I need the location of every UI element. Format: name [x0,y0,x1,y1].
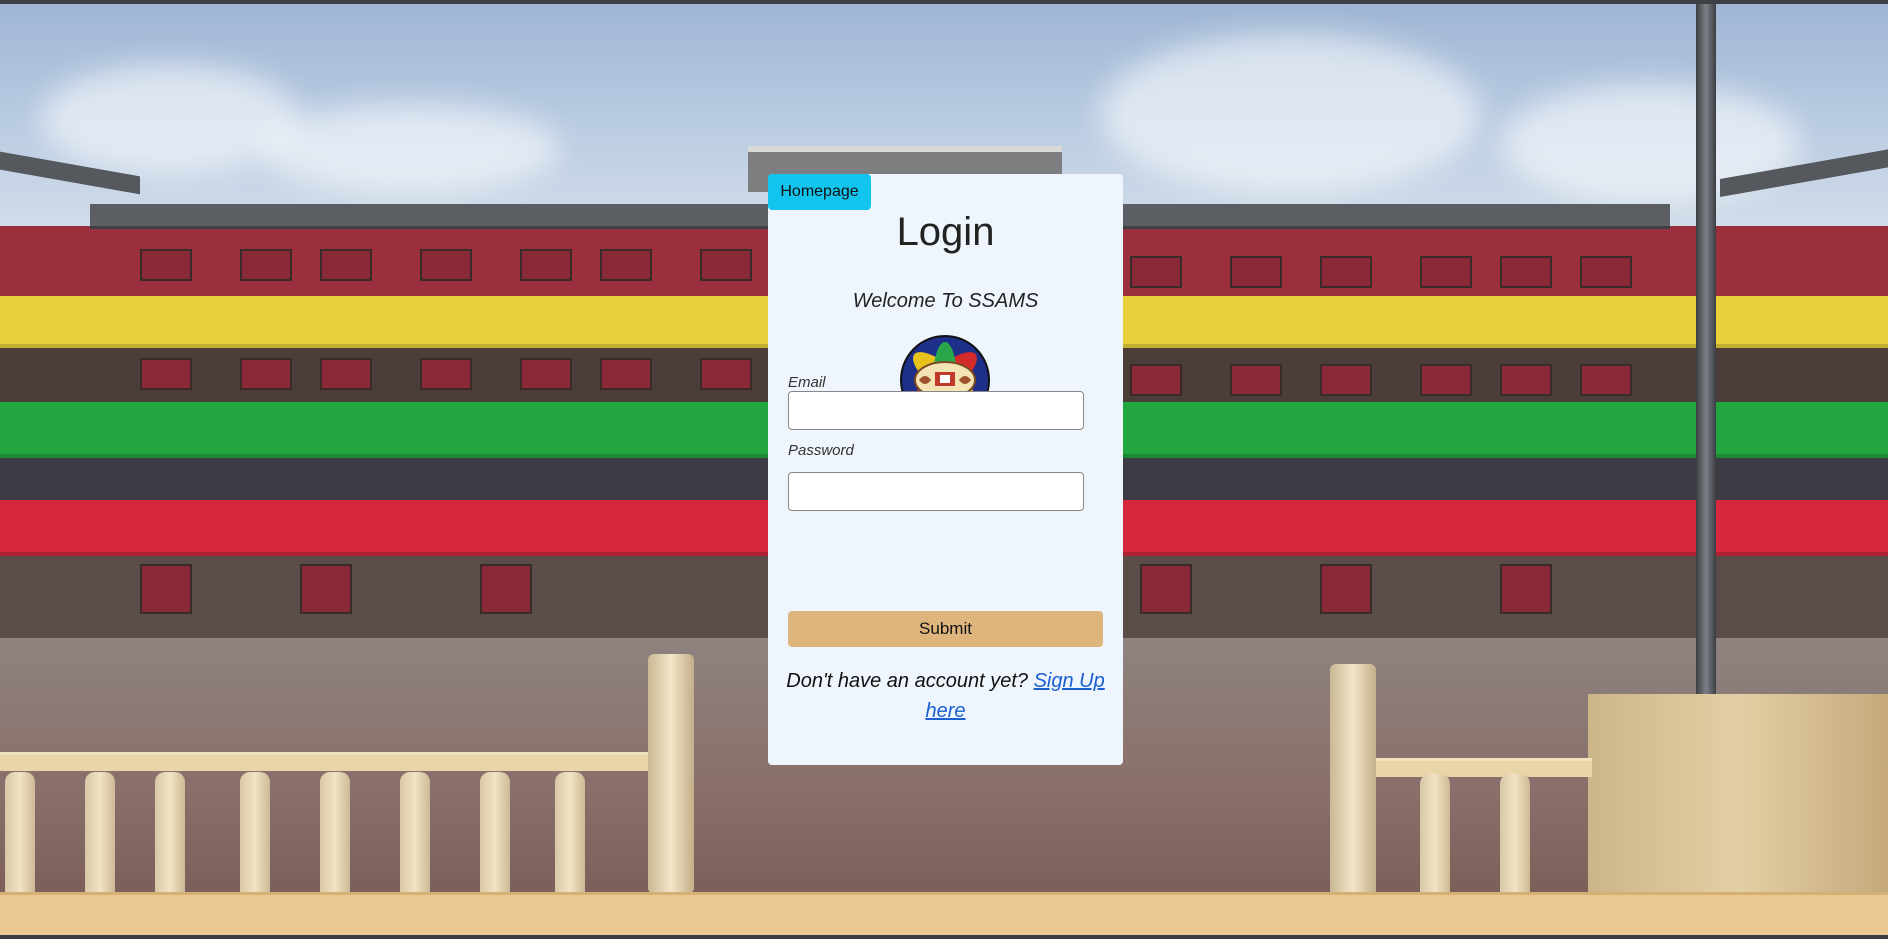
window [1420,364,1472,396]
welcome-text: Welcome To SSAMS [852,290,1039,312]
railing-post [648,654,694,894]
window [1580,364,1632,396]
window [700,358,752,390]
flag-pole [1696,4,1716,694]
window [1130,364,1182,396]
tiled-floor [0,892,1888,935]
window [1500,364,1552,396]
browser-top-edge [0,0,1888,4]
window [1230,256,1282,288]
baluster [555,772,585,902]
window [1500,564,1552,614]
baluster [400,772,430,902]
window [300,564,352,614]
window [520,249,572,281]
window [320,249,372,281]
homepage-button[interactable]: Homepage [768,174,871,210]
baluster [240,772,270,902]
window [1580,256,1632,288]
signup-prompt: Don't have an account yet? Sign Up here [778,666,1113,726]
password-label: Password [788,442,854,459]
railing-post [1330,664,1376,904]
window [140,249,192,281]
email-field[interactable] [788,391,1084,430]
email-label: Email [788,374,826,391]
window [1140,564,1192,614]
window [140,358,192,390]
window [480,564,532,614]
window [1320,564,1372,614]
cloud [40,64,300,174]
window [240,358,292,390]
signup-prompt-text: Don't have an account yet? [786,670,1029,692]
window [1500,256,1552,288]
baluster [85,772,115,902]
submit-button[interactable]: Submit [788,611,1103,647]
window [1420,256,1472,288]
window [1320,256,1372,288]
window [420,249,472,281]
window [320,358,372,390]
window [700,249,752,281]
baluster [320,772,350,902]
window [1230,364,1282,396]
window [520,358,572,390]
cloud [260,104,560,194]
window [1320,364,1372,396]
railing [1372,758,1592,777]
window [420,358,472,390]
railing [0,752,650,771]
window [240,249,292,281]
baluster [5,772,35,902]
baluster [1500,774,1530,904]
window [600,249,652,281]
baluster [480,772,510,902]
login-card: Homepage Login Welcome To SSAMS Email Pa… [768,174,1123,765]
window [1130,256,1182,288]
password-field[interactable] [788,472,1084,511]
baluster [1420,774,1450,904]
window [140,564,192,614]
cloud [1100,34,1480,194]
login-title: Login [896,210,995,254]
baluster [155,772,185,902]
window [600,358,652,390]
